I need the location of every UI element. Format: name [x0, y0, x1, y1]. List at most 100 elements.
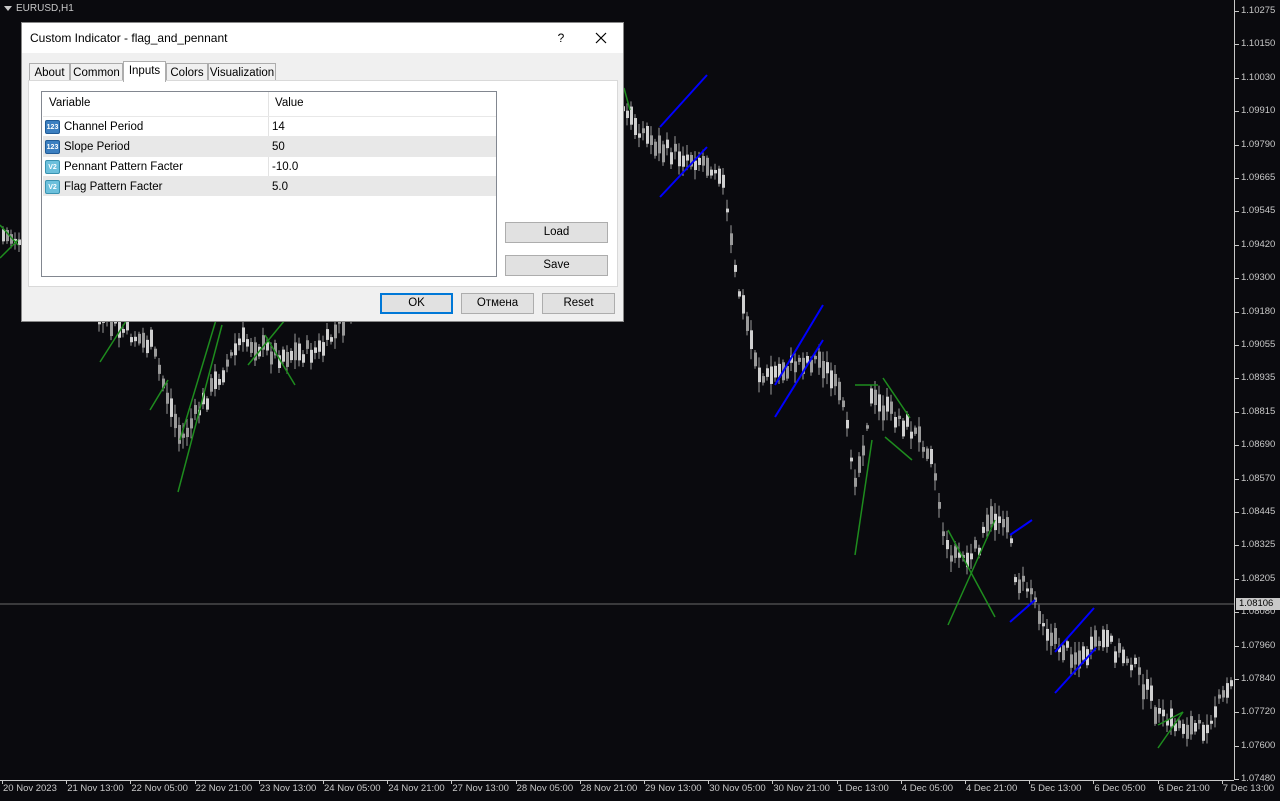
symbol-text: EURUSD,H1 — [16, 3, 74, 14]
candle-body — [894, 417, 897, 428]
price-label: 1.07600 — [1241, 739, 1276, 751]
price-tick — [1235, 211, 1239, 213]
candle-body — [1230, 680, 1233, 687]
candle-body — [770, 366, 773, 384]
candle-body — [882, 405, 885, 421]
pennant-pattern-line — [149, 379, 169, 411]
price-label: 1.09055 — [1241, 339, 1276, 350]
candle-body — [1190, 716, 1193, 735]
candle-body — [946, 540, 949, 550]
candle-body — [1038, 611, 1041, 624]
tab-common[interactable]: Common — [70, 63, 123, 81]
candle-body — [1074, 652, 1077, 665]
candle-body — [1018, 579, 1021, 594]
cancel-button[interactable]: Отмена — [461, 293, 534, 314]
int-type-icon: 123 — [45, 120, 60, 134]
column-header-value[interactable]: Value — [268, 92, 496, 114]
candle-body — [714, 169, 717, 174]
candle-body — [226, 359, 229, 367]
parameters-table[interactable]: Variable Value 123 Channel Period 14 123… — [41, 91, 497, 277]
table-row[interactable]: 123 Channel Period 14 — [43, 116, 496, 136]
table-row[interactable]: 123 Slope Period 50 — [43, 136, 496, 156]
help-button[interactable]: ? — [552, 29, 570, 47]
candle-body — [1098, 640, 1101, 647]
candle-body — [706, 157, 709, 176]
table-row[interactable]: V2 Flag Pattern Facter 5.0 — [43, 176, 496, 196]
candle-body — [654, 141, 657, 156]
candle-body — [638, 133, 641, 138]
candle-body — [798, 357, 801, 362]
candle-body — [1070, 654, 1073, 668]
candle-body — [970, 553, 973, 560]
table-row[interactable]: V2 Pennant Pattern Facter -10.0 — [43, 156, 496, 176]
close-icon[interactable] — [590, 27, 612, 49]
candle-body — [910, 431, 913, 439]
tab-inputs[interactable]: Inputs — [123, 61, 166, 82]
candle-body — [686, 154, 689, 161]
candle-body — [854, 477, 857, 487]
time-label: 4 Dec 21:00 — [966, 783, 1018, 794]
candle-body — [122, 328, 125, 333]
ok-button[interactable]: OK — [380, 293, 453, 314]
price-label: 1.10030 — [1241, 71, 1276, 83]
candle-body — [1198, 719, 1201, 724]
price-tick — [1235, 311, 1239, 313]
int-type-icon: 123 — [45, 140, 60, 154]
price-tick — [1235, 512, 1239, 513]
candle-body — [874, 389, 877, 406]
candle-body — [702, 156, 705, 166]
candle-body — [1126, 658, 1129, 663]
candle-body — [334, 324, 337, 339]
candle-body — [286, 352, 289, 367]
candle-body — [866, 425, 869, 429]
variable-value[interactable]: -10.0 — [272, 157, 298, 177]
variable-value[interactable]: 14 — [272, 117, 285, 137]
price-label: 1.08935 — [1241, 372, 1276, 384]
candle-body — [306, 340, 309, 349]
candle-body — [898, 415, 901, 419]
candle-body — [838, 381, 841, 401]
tab-about[interactable]: About — [29, 63, 70, 81]
candle-body — [942, 531, 945, 537]
candle-body — [694, 160, 697, 171]
price-tick — [1235, 378, 1239, 380]
price-tick — [1235, 278, 1239, 280]
candle-body — [1030, 588, 1033, 595]
candle-body — [682, 155, 685, 167]
variable-value[interactable]: 50 — [272, 137, 285, 157]
candle-body — [174, 413, 177, 429]
price-tick — [1235, 779, 1239, 781]
candle-body — [842, 400, 845, 408]
load-button[interactable]: Load — [505, 222, 608, 243]
price-label: 1.09790 — [1241, 138, 1276, 150]
candle-body — [646, 126, 649, 144]
tab-visualization[interactable]: Visualization — [208, 63, 276, 81]
price-tick — [1235, 345, 1239, 346]
time-axis[interactable]: 20 Nov 2023 21 Nov 13:00 22 Nov 05:00 22 No… — [0, 780, 1274, 801]
candle-body — [742, 295, 745, 314]
price-label: 1.08205 — [1241, 572, 1276, 584]
candle-body — [1054, 628, 1057, 644]
column-header-variable[interactable]: Variable — [42, 92, 268, 114]
candle-body — [218, 379, 221, 385]
candle-body — [1002, 519, 1005, 528]
candle-body — [938, 502, 941, 509]
save-button[interactable]: Save — [505, 255, 608, 276]
candle-body — [650, 135, 653, 145]
candle-body — [1154, 707, 1157, 724]
candle-body — [846, 419, 849, 429]
variable-value[interactable]: 5.0 — [272, 177, 288, 197]
candle-body — [722, 174, 725, 188]
price-tick — [1235, 745, 1239, 747]
dialog-titlebar[interactable]: Custom Indicator - flag_and_pennant ? — [22, 23, 623, 53]
candle-body — [1150, 685, 1153, 701]
candle-body — [230, 352, 233, 356]
candle-body — [130, 337, 133, 343]
candle-body — [886, 396, 889, 412]
candle-body — [642, 128, 645, 134]
candle-body — [726, 208, 729, 213]
tab-colors[interactable]: Colors — [166, 63, 208, 81]
price-label: 1.10275 — [1241, 5, 1276, 16]
price-axis[interactable]: 1.10275 1.10150 1.10030 1.09910 1.09790 1.096… — [1234, 0, 1280, 784]
reset-button[interactable]: Reset — [542, 293, 615, 314]
